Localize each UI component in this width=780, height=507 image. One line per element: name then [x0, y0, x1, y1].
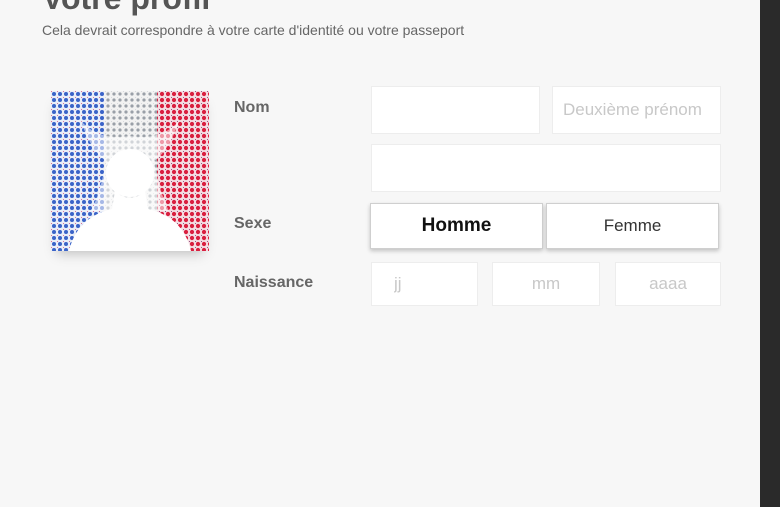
birth-month-input[interactable] — [492, 262, 600, 306]
middle-name-input[interactable] — [552, 86, 721, 134]
naissance-label: Naissance — [234, 274, 314, 291]
person-silhouette-icon — [51, 91, 209, 251]
birth-day-input[interactable] — [371, 262, 478, 306]
page-subtitle: Cela devrait correspondre à votre carte … — [42, 22, 465, 38]
nom-label: Nom — [234, 99, 270, 116]
homme-option-button[interactable]: Homme — [370, 203, 543, 249]
last-name-input[interactable] — [371, 144, 721, 192]
profile-panel: Votre profil Cela devrait correspondre à… — [0, 0, 760, 507]
page-title: Votre profil — [42, 0, 210, 16]
first-name-input[interactable] — [371, 86, 540, 134]
window-edge — [760, 0, 780, 507]
birth-year-input[interactable] — [615, 262, 721, 306]
femme-option-button[interactable]: Femme — [546, 203, 719, 249]
sexe-label: Sexe — [234, 215, 272, 232]
avatar-photo[interactable] — [51, 91, 209, 251]
